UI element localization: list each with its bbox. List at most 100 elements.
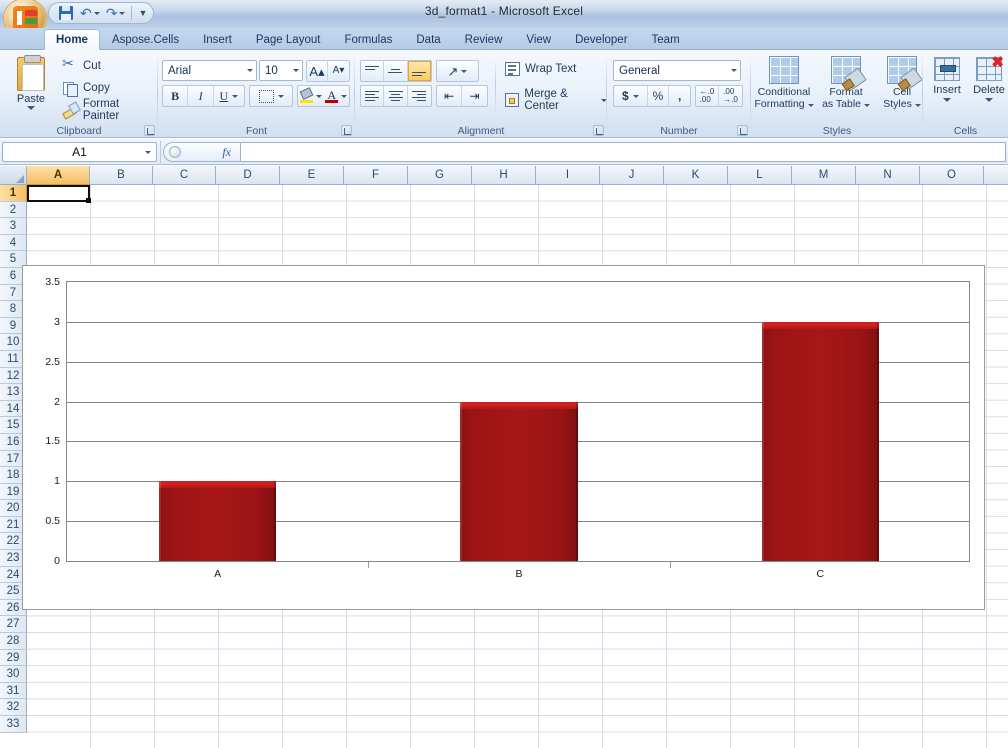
underline-button[interactable]: U [214, 86, 244, 106]
active-cell-a1[interactable] [27, 185, 91, 203]
increase-indent-button[interactable]: ⇥ [462, 86, 487, 106]
column-header-J[interactable]: J [600, 166, 664, 185]
chart-bar-C[interactable] [761, 321, 880, 561]
chevron-down-icon[interactable] [293, 69, 299, 72]
chevron-down-icon[interactable] [807, 104, 814, 107]
row-header-33[interactable]: 33 [0, 716, 27, 733]
tab-insert[interactable]: Insert [191, 29, 244, 50]
format-painter-button[interactable]: Format Painter [62, 98, 158, 122]
cut-button[interactable]: Cut [62, 55, 101, 76]
redo-dropdown-icon[interactable] [119, 11, 126, 15]
chart-object[interactable]: 0 0.5 1 1.5 2 2.5 3 3.5 A B C [22, 265, 985, 610]
row-header-32[interactable]: 32 [0, 699, 27, 716]
percent-button[interactable]: % [648, 86, 670, 106]
alignment-dialog-launcher[interactable] [593, 125, 604, 136]
column-header-D[interactable]: D [216, 166, 280, 185]
undo-button[interactable]: ↶ [80, 6, 100, 20]
tab-home[interactable]: Home [44, 29, 100, 50]
customize-qat-icon[interactable]: ▼ [138, 8, 147, 18]
column-header-I[interactable]: I [536, 166, 600, 185]
align-center-button[interactable] [384, 86, 408, 106]
column-header-K[interactable]: K [664, 166, 728, 185]
column-header-H[interactable]: H [472, 166, 536, 185]
office-button[interactable] [3, 0, 47, 28]
italic-button[interactable]: I [188, 86, 214, 106]
middle-align-button[interactable] [384, 61, 408, 81]
save-button[interactable] [57, 5, 74, 22]
row-header-2[interactable]: 2 [0, 201, 27, 219]
bold-button[interactable]: B [163, 86, 189, 106]
chevron-down-icon[interactable] [247, 69, 253, 72]
column-header-N[interactable]: N [856, 166, 920, 185]
paste-button[interactable]: Paste [6, 53, 56, 123]
decrease-indent-button[interactable]: ⇤ [437, 86, 462, 106]
tab-review[interactable]: Review [453, 29, 515, 50]
row-header-29[interactable]: 29 [0, 649, 27, 667]
column-header-C[interactable]: C [153, 166, 216, 185]
wrap-text-button[interactable]: Wrap Text [505, 62, 576, 76]
bottom-align-button[interactable] [407, 61, 432, 81]
cancel-enter-icon[interactable] [169, 146, 181, 158]
redo-button[interactable]: ↷ [106, 6, 126, 20]
column-header-B[interactable]: B [90, 166, 153, 185]
tab-view[interactable]: View [514, 29, 563, 50]
chart-bar-B[interactable] [460, 401, 578, 561]
insert-cells-button[interactable]: Insert [926, 53, 968, 125]
row-header-3[interactable]: 3 [0, 218, 27, 235]
grow-font-button[interactable]: A▴ [307, 61, 329, 81]
chevron-down-icon[interactable] [863, 104, 870, 107]
number-dialog-launcher[interactable] [737, 125, 748, 136]
chevron-down-icon[interactable] [145, 151, 151, 154]
align-right-button[interactable] [408, 86, 431, 106]
font-size-combo[interactable]: 10 [259, 60, 303, 81]
tab-aspose-cells[interactable]: Aspose.Cells [100, 29, 191, 50]
borders-button[interactable] [249, 85, 293, 107]
chevron-down-icon[interactable] [461, 69, 468, 73]
font-color-button[interactable]: A [324, 86, 350, 106]
column-header-G[interactable]: G [408, 166, 472, 185]
insert-dropdown-icon[interactable] [943, 98, 951, 102]
column-header-partial[interactable] [984, 166, 1008, 185]
row-header-27[interactable]: 27 [0, 616, 27, 634]
insert-function-icon[interactable]: fx [222, 145, 231, 160]
chevron-down-icon[interactable] [731, 69, 737, 72]
chevron-down-icon[interactable] [632, 94, 639, 98]
clipboard-dialog-launcher[interactable] [144, 125, 155, 136]
row-header-31[interactable]: 31 [0, 682, 27, 700]
delete-dropdown-icon[interactable] [985, 98, 993, 102]
fill-color-button[interactable] [298, 86, 324, 106]
align-left-button[interactable] [361, 86, 385, 106]
row-header-4[interactable]: 4 [0, 234, 27, 252]
tab-developer[interactable]: Developer [563, 29, 639, 50]
column-header-M[interactable]: M [792, 166, 856, 185]
conditional-formatting-button[interactable]: Conditional Formatting [753, 53, 815, 125]
name-box[interactable]: A1 [2, 142, 157, 162]
chart-bar-A[interactable] [158, 481, 277, 561]
column-header-L[interactable]: L [728, 166, 792, 185]
shrink-font-button[interactable]: A▾ [328, 61, 349, 81]
copy-button[interactable]: Copy [62, 78, 110, 98]
row-header-1[interactable]: 1 [0, 185, 27, 202]
column-header-O[interactable]: O [920, 166, 984, 185]
undo-dropdown-icon[interactable] [93, 11, 100, 15]
format-as-table-button[interactable]: Format as Table [815, 53, 877, 125]
row-header-28[interactable]: 28 [0, 633, 27, 650]
tab-page-layout[interactable]: Page Layout [244, 29, 333, 50]
chevron-down-icon[interactable] [914, 104, 921, 107]
merge-center-button[interactable]: Merge & Center [505, 88, 607, 112]
tab-formulas[interactable]: Formulas [332, 29, 404, 50]
comma-button[interactable]: , [669, 86, 690, 106]
chevron-down-icon[interactable] [232, 94, 239, 98]
select-all-button[interactable] [0, 166, 27, 185]
orientation-button[interactable]: ↗ [436, 60, 479, 82]
chevron-down-icon[interactable] [341, 94, 348, 98]
row-header-30[interactable]: 30 [0, 666, 27, 683]
increase-decimal-button[interactable]: ←.0.00 [696, 86, 719, 106]
chevron-down-icon[interactable] [277, 94, 284, 98]
formula-input[interactable] [241, 142, 1006, 162]
tab-data[interactable]: Data [404, 29, 452, 50]
font-name-combo[interactable]: Arial [162, 60, 257, 81]
chevron-down-icon[interactable] [315, 94, 322, 98]
currency-button[interactable]: $ [614, 86, 648, 106]
number-format-combo[interactable]: General [613, 60, 741, 81]
